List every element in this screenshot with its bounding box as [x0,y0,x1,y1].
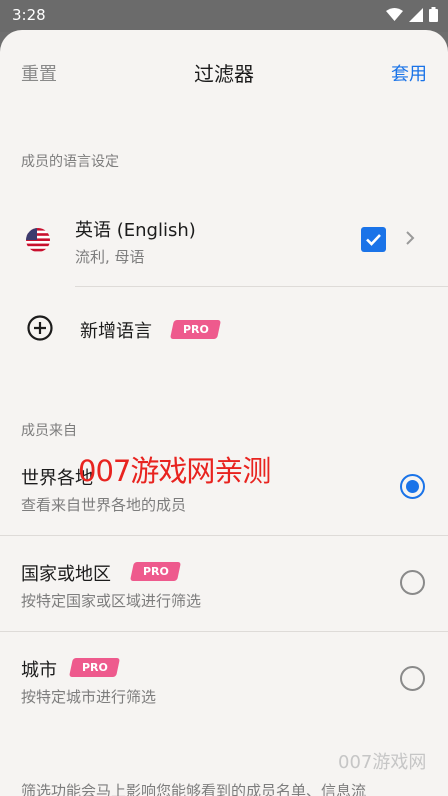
add-circle-icon [27,315,53,341]
option-subtitle: 按特定国家或区域进行筛选 [21,592,202,610]
option-title: 国家或地区 [21,564,111,585]
status-bar: 3:28 [0,0,448,32]
option-title: 城市 [21,660,57,681]
apply-button[interactable]: 套用 [391,60,427,86]
language-section-label: 成员的语言设定 [21,154,119,170]
language-level: 流利, 母语 [75,248,145,266]
origin-section-label: 成员来自 [21,423,77,439]
option-subtitle: 查看来自世界各地的成员 [21,496,187,514]
pro-badge: PRO [129,562,182,581]
sheet-header: 重置 过滤器 套用 [0,30,448,110]
check-icon [366,234,381,246]
divider [75,286,448,287]
corner-watermark: 007游戏网 [338,752,427,773]
wifi-icon [386,7,403,21]
filter-sheet: 重置 过滤器 套用 成员的语言设定 英语 (English) 流利, 母语 新增… [0,30,448,796]
pro-badge: PRO [169,320,222,339]
language-name: 英语 (English) [75,220,196,241]
footer-note: 筛选功能会马上影响您能够看到的成员名单、信息流 [21,782,367,796]
us-flag-icon [26,228,50,252]
option-subtitle: 按特定城市进行筛选 [21,688,157,706]
language-item-english[interactable]: 英语 (English) 流利, 母语 [0,210,448,280]
battery-icon [429,7,438,22]
divider [0,535,448,536]
add-language-button[interactable]: 新增语言 PRO [0,302,448,358]
radio-country[interactable] [400,570,425,595]
radio-worldwide[interactable] [400,474,425,499]
watermark-text: 007游戏网亲测 [78,454,271,488]
divider [0,631,448,632]
radio-city[interactable] [400,666,425,691]
chevron-right-icon[interactable] [404,228,416,248]
page-title: 过滤器 [194,62,254,86]
status-time: 3:28 [12,6,46,24]
status-icons [386,7,438,22]
origin-option-city[interactable]: 城市 PRO 按特定城市进行筛选 [0,656,448,752]
language-checkbox[interactable] [361,227,386,252]
origin-option-country[interactable]: 国家或地区 PRO 按特定国家或区域进行筛选 [0,560,448,656]
add-language-label: 新增语言 [80,321,152,342]
pro-badge: PRO [68,658,121,677]
signal-icon [409,7,423,22]
